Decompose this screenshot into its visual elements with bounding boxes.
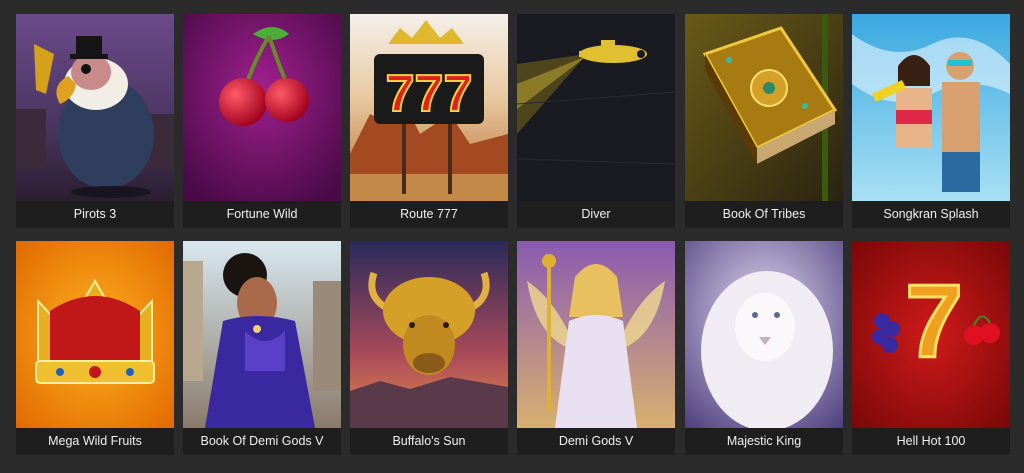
- winged-goddess-artwork: [517, 241, 675, 428]
- game-tile-book-of-tribes[interactable]: Book Of Tribes: [685, 14, 843, 228]
- game-title[interactable]: Majestic King: [685, 428, 843, 455]
- game-title[interactable]: Songkran Splash: [852, 201, 1010, 228]
- route-777-artwork: 777: [350, 14, 508, 201]
- goddess-artwork: [183, 241, 341, 428]
- lucky-seven-artwork: 7: [852, 241, 1010, 428]
- golden-book-artwork: [685, 14, 843, 201]
- golden-buffalo-artwork: [350, 241, 508, 428]
- game-tile-pirots-3[interactable]: Pirots 3: [16, 14, 174, 228]
- game-title[interactable]: Buffalo's Sun: [350, 428, 508, 455]
- game-thumbnail[interactable]: [16, 241, 174, 428]
- game-grid: Pirots 3 Fortune Wild 777 Route 777 Dive…: [0, 0, 1024, 473]
- game-thumbnail[interactable]: [183, 14, 341, 201]
- game-title[interactable]: Demi Gods V: [517, 428, 675, 455]
- game-tile-book-of-demi-gods-v[interactable]: Book Of Demi Gods V: [183, 241, 341, 455]
- game-thumbnail[interactable]: [517, 241, 675, 428]
- crown-artwork: [16, 241, 174, 428]
- game-thumbnail[interactable]: [16, 14, 174, 201]
- game-thumbnail[interactable]: [685, 241, 843, 428]
- game-title[interactable]: Book Of Demi Gods V: [183, 428, 341, 455]
- game-thumbnail[interactable]: 7: [852, 241, 1010, 428]
- game-tile-mega-wild-fruits[interactable]: Mega Wild Fruits: [16, 241, 174, 455]
- cherries-artwork: [183, 14, 341, 201]
- game-tile-buffalos-sun[interactable]: Buffalo's Sun: [350, 241, 508, 455]
- game-thumbnail[interactable]: [183, 241, 341, 428]
- game-thumbnail[interactable]: [517, 14, 675, 201]
- svg-text:777: 777: [386, 65, 473, 123]
- game-title[interactable]: Route 777: [350, 201, 508, 228]
- game-title[interactable]: Pirots 3: [16, 201, 174, 228]
- game-tile-hell-hot-100[interactable]: 7 Hell Hot 100: [852, 241, 1010, 455]
- game-thumbnail[interactable]: 777: [350, 14, 508, 201]
- game-thumbnail[interactable]: [350, 241, 508, 428]
- water-festival-artwork: [852, 14, 1010, 201]
- game-thumbnail[interactable]: [685, 14, 843, 201]
- game-tile-majestic-king[interactable]: Majestic King: [685, 241, 843, 455]
- svg-text:7: 7: [905, 264, 963, 380]
- game-tile-route-777[interactable]: 777 Route 777: [350, 14, 508, 228]
- game-title[interactable]: Book Of Tribes: [685, 201, 843, 228]
- game-tile-fortune-wild[interactable]: Fortune Wild: [183, 14, 341, 228]
- game-title[interactable]: Hell Hot 100: [852, 428, 1010, 455]
- game-thumbnail[interactable]: [852, 14, 1010, 201]
- vulture-pirate-artwork: [16, 14, 174, 201]
- game-tile-diver[interactable]: Diver: [517, 14, 675, 228]
- game-title[interactable]: Fortune Wild: [183, 201, 341, 228]
- submarine-artwork: [517, 14, 675, 201]
- game-title[interactable]: Diver: [517, 201, 675, 228]
- game-tile-songkran-splash[interactable]: Songkran Splash: [852, 14, 1010, 228]
- white-lion-artwork: [685, 241, 843, 428]
- game-tile-demi-gods-v[interactable]: Demi Gods V: [517, 241, 675, 455]
- game-title[interactable]: Mega Wild Fruits: [16, 428, 174, 455]
